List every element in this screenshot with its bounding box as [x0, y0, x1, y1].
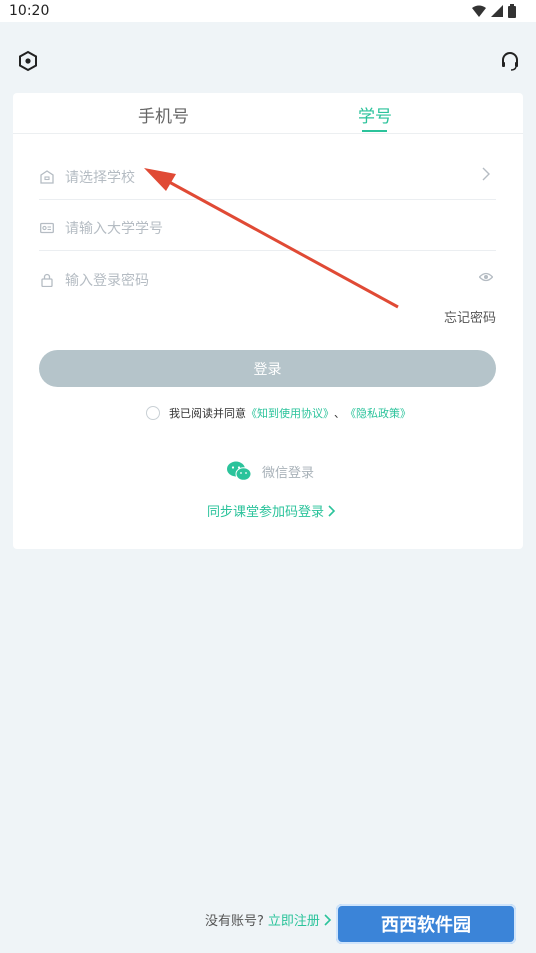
sync-classroom-label: 同步课堂参加码登录 — [207, 505, 325, 520]
status-time: 10:20 — [9, 3, 50, 19]
school-select-placeholder: 请选择学校 — [65, 170, 135, 186]
password-input[interactable]: 输入登录密码 — [39, 251, 496, 302]
chevron-right-icon — [482, 167, 490, 181]
tab-student-id[interactable]: 学号 — [358, 102, 392, 127]
id-card-icon — [40, 222, 54, 234]
student-id-input[interactable]: 请输入大学学号 — [39, 199, 496, 251]
register-prompt: 没有账号? — [205, 914, 264, 929]
school-icon — [40, 170, 54, 184]
agreement-checkbox[interactable] — [146, 406, 160, 420]
wifi-icon — [472, 5, 486, 17]
terms-link[interactable]: 《知到使用协议》 — [246, 405, 334, 421]
watermark-text: 西西软件园 — [381, 915, 471, 936]
status-bar: 10:20 — [0, 0, 536, 22]
student-id-placeholder: 请输入大学学号 — [65, 221, 163, 237]
cell-signal-icon — [491, 5, 503, 17]
login-button-label: 登录 — [253, 361, 282, 378]
register-row: 没有账号? 立即注册 — [205, 910, 333, 929]
forgot-password-link[interactable]: 忘记密码 — [444, 307, 496, 326]
chevron-right-icon — [324, 913, 332, 926]
register-link[interactable]: 立即注册 — [268, 910, 320, 929]
eye-toggle-icon[interactable] — [479, 270, 493, 284]
agreement-separator: 、 — [334, 407, 345, 420]
login-tabs: 手机号 学号 — [13, 93, 523, 134]
sync-classroom-link[interactable]: 同步课堂参加码登录 — [207, 501, 337, 520]
wechat-login-button[interactable]: 微信登录 — [226, 460, 314, 482]
wechat-login-label: 微信登录 — [262, 465, 315, 481]
status-icons — [472, 4, 516, 18]
school-select-field[interactable]: 请选择学校 — [39, 148, 496, 200]
watermark-logo: 西西软件园 — [336, 904, 516, 944]
battery-icon — [508, 4, 516, 18]
tab-phone[interactable]: 手机号 — [138, 102, 189, 127]
password-placeholder: 输入登录密码 — [65, 273, 149, 289]
lock-icon — [41, 273, 53, 287]
settings-icon[interactable] — [17, 50, 39, 72]
agreement-row: 我已阅读并同意 《知到使用协议》 、 《隐私政策》 — [146, 403, 411, 423]
chevron-right-icon — [328, 504, 336, 517]
tab-active-indicator — [362, 130, 387, 132]
customer-service-headset-icon[interactable] — [499, 50, 521, 72]
login-button[interactable]: 登录 — [39, 350, 496, 387]
agreement-prefix: 我已阅读并同意 — [169, 407, 246, 420]
wechat-icon — [227, 461, 252, 481]
login-card: 手机号 学号 请选择学校 请输入大学学号 输入登录密码 忘记密码 登录 我已阅读… — [13, 93, 523, 549]
privacy-link[interactable]: 《隐私政策》 — [345, 405, 411, 421]
